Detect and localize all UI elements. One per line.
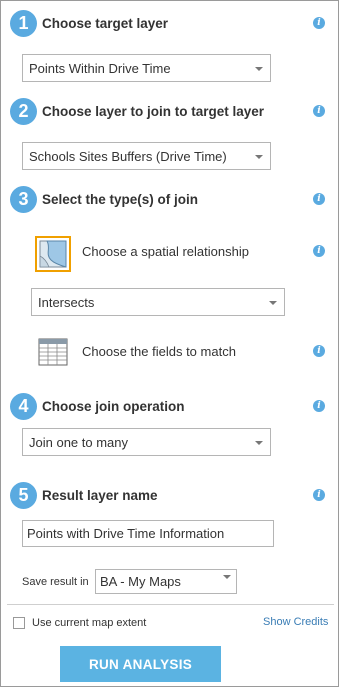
step-title: Choose target layer xyxy=(42,16,169,31)
select-value: Points Within Drive Time xyxy=(29,60,171,76)
map-extent-label[interactable]: Use current map extent xyxy=(32,617,146,629)
save-folder-select[interactable]: BA - My Maps xyxy=(95,569,237,594)
step-number: 4 xyxy=(10,393,37,420)
spatial-relationship-label[interactable]: Choose a spatial relationship xyxy=(82,244,249,259)
step-number: 1 xyxy=(10,10,37,37)
save-result-label: Save result in xyxy=(22,576,89,588)
show-credits-link[interactable]: Show Credits xyxy=(263,616,328,628)
step-title: Choose layer to join to target layer xyxy=(42,104,265,119)
select-value: Schools Sites Buffers (Drive Time) xyxy=(29,148,227,164)
select-value: BA - My Maps xyxy=(100,574,181,589)
info-icon[interactable]: i xyxy=(313,400,325,412)
info-icon[interactable]: i xyxy=(313,17,325,29)
step-number: 3 xyxy=(10,186,37,213)
table-fields-icon[interactable] xyxy=(38,338,68,366)
chevron-down-icon xyxy=(223,575,231,579)
match-fields-label[interactable]: Choose the fields to match xyxy=(82,344,236,359)
spatial-relationship-select[interactable]: Intersects xyxy=(31,288,285,316)
step-number: 2 xyxy=(10,98,37,125)
chevron-down-icon xyxy=(269,301,277,305)
step-2-header: 2 Choose layer to join to target layer xyxy=(10,98,264,125)
step-3-header: 3 Select the type(s) of join xyxy=(10,186,198,213)
info-icon[interactable]: i xyxy=(313,245,325,257)
chevron-down-icon xyxy=(255,441,263,445)
join-operation-select[interactable]: Join one to many xyxy=(22,428,271,456)
spatial-relationship-icon[interactable] xyxy=(35,236,71,272)
step-5-header: 5 Result layer name xyxy=(10,482,158,509)
step-title: Result layer name xyxy=(42,488,158,503)
divider xyxy=(7,604,334,605)
join-layer-select[interactable]: Schools Sites Buffers (Drive Time) xyxy=(22,142,271,170)
info-icon[interactable]: i xyxy=(313,489,325,501)
chevron-down-icon xyxy=(255,67,263,71)
step-number: 5 xyxy=(10,482,37,509)
step-title: Select the type(s) of join xyxy=(42,192,199,207)
result-layer-name-input[interactable]: Points with Drive Time Information xyxy=(22,520,274,547)
select-value: Join one to many xyxy=(29,434,129,450)
chevron-down-icon xyxy=(255,155,263,159)
map-extent-checkbox[interactable] xyxy=(13,617,25,629)
info-icon[interactable]: i xyxy=(313,105,325,117)
info-icon[interactable]: i xyxy=(313,345,325,357)
run-analysis-button[interactable]: RUN ANALYSIS xyxy=(60,646,221,682)
info-icon[interactable]: i xyxy=(313,193,325,205)
target-layer-select[interactable]: Points Within Drive Time xyxy=(22,54,271,82)
step-4-header: 4 Choose join operation xyxy=(10,393,185,420)
step-1-header: 1 Choose target layer xyxy=(10,10,168,37)
select-value: Intersects xyxy=(38,294,95,310)
analysis-panel: 1 Choose target layer i Points Within Dr… xyxy=(0,0,339,687)
step-title: Choose join operation xyxy=(42,399,185,414)
